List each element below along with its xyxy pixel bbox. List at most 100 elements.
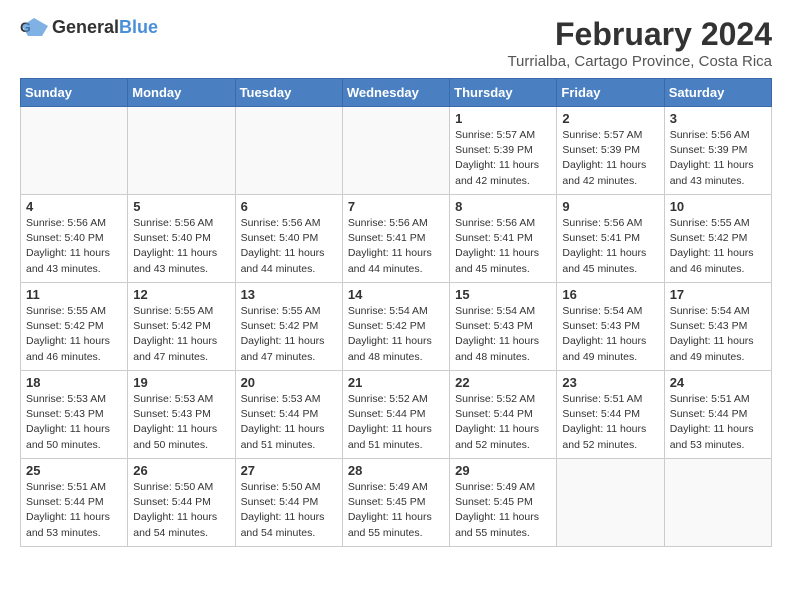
day-number: 23 [562, 375, 658, 390]
day-number: 17 [670, 287, 766, 302]
day-number: 10 [670, 199, 766, 214]
calendar-cell: 21 Sunrise: 5:52 AMSunset: 5:44 PMDayligh… [342, 371, 449, 459]
calendar-cell: 22 Sunrise: 5:52 AMSunset: 5:44 PMDayligh… [450, 371, 557, 459]
day-number: 24 [670, 375, 766, 390]
day-info: Sunrise: 5:55 AMSunset: 5:42 PMDaylight:… [670, 216, 766, 277]
header-day-saturday: Saturday [664, 79, 771, 107]
day-info: Sunrise: 5:50 AMSunset: 5:44 PMDaylight:… [133, 480, 229, 541]
calendar-header-row: SundayMondayTuesdayWednesdayThursdayFrid… [21, 79, 772, 107]
day-number: 13 [241, 287, 337, 302]
day-info: Sunrise: 5:54 AMSunset: 5:43 PMDaylight:… [455, 304, 551, 365]
calendar-week-row: 4 Sunrise: 5:56 AMSunset: 5:40 PMDaylight… [21, 195, 772, 283]
calendar-cell: 13 Sunrise: 5:55 AMSunset: 5:42 PMDayligh… [235, 283, 342, 371]
day-info: Sunrise: 5:57 AMSunset: 5:39 PMDaylight:… [562, 128, 658, 189]
header: G GeneralBlue February 2024 Turrialba, C… [20, 16, 772, 70]
day-number: 26 [133, 463, 229, 478]
calendar-cell: 24 Sunrise: 5:51 AMSunset: 5:44 PMDayligh… [664, 371, 771, 459]
day-info: Sunrise: 5:54 AMSunset: 5:43 PMDaylight:… [670, 304, 766, 365]
day-number: 4 [26, 199, 122, 214]
calendar-week-row: 1 Sunrise: 5:57 AMSunset: 5:39 PMDaylight… [21, 107, 772, 195]
header-day-monday: Monday [128, 79, 235, 107]
day-info: Sunrise: 5:54 AMSunset: 5:43 PMDaylight:… [562, 304, 658, 365]
calendar-cell [342, 107, 449, 195]
day-number: 28 [348, 463, 444, 478]
day-number: 9 [562, 199, 658, 214]
day-info: Sunrise: 5:55 AMSunset: 5:42 PMDaylight:… [133, 304, 229, 365]
day-info: Sunrise: 5:56 AMSunset: 5:39 PMDaylight:… [670, 128, 766, 189]
day-info: Sunrise: 5:57 AMSunset: 5:39 PMDaylight:… [455, 128, 551, 189]
day-info: Sunrise: 5:53 AMSunset: 5:43 PMDaylight:… [133, 392, 229, 453]
day-info: Sunrise: 5:54 AMSunset: 5:42 PMDaylight:… [348, 304, 444, 365]
calendar-cell: 16 Sunrise: 5:54 AMSunset: 5:43 PMDayligh… [557, 283, 664, 371]
day-info: Sunrise: 5:56 AMSunset: 5:40 PMDaylight:… [26, 216, 122, 277]
calendar-cell: 8 Sunrise: 5:56 AMSunset: 5:41 PMDaylight… [450, 195, 557, 283]
day-info: Sunrise: 5:55 AMSunset: 5:42 PMDaylight:… [241, 304, 337, 365]
day-info: Sunrise: 5:55 AMSunset: 5:42 PMDaylight:… [26, 304, 122, 365]
day-info: Sunrise: 5:49 AMSunset: 5:45 PMDaylight:… [348, 480, 444, 541]
day-number: 27 [241, 463, 337, 478]
day-number: 2 [562, 111, 658, 126]
calendar-cell: 20Sunrise: 5:53 AMSunset: 5:44 PMDayligh… [235, 371, 342, 459]
day-number: 6 [241, 199, 337, 214]
calendar-cell [664, 459, 771, 547]
day-info: Sunrise: 5:53 AMSunset: 5:44 PMDaylight:… [241, 392, 337, 453]
calendar-cell: 7 Sunrise: 5:56 AMSunset: 5:41 PMDaylight… [342, 195, 449, 283]
subtitle: Turrialba, Cartago Province, Costa Rica [507, 53, 772, 70]
day-info: Sunrise: 5:53 AMSunset: 5:43 PMDaylight:… [26, 392, 122, 453]
calendar-cell: 18 Sunrise: 5:53 AMSunset: 5:43 PMDayligh… [21, 371, 128, 459]
day-info: Sunrise: 5:56 AMSunset: 5:41 PMDaylight:… [562, 216, 658, 277]
day-number: 19 [133, 375, 229, 390]
header-day-thursday: Thursday [450, 79, 557, 107]
calendar-cell: 27 Sunrise: 5:50 AMSunset: 5:44 PMDayligh… [235, 459, 342, 547]
day-number: 18 [26, 375, 122, 390]
logo-icon: G [20, 16, 48, 38]
day-number: 15 [455, 287, 551, 302]
day-number: 8 [455, 199, 551, 214]
calendar-cell: 26 Sunrise: 5:50 AMSunset: 5:44 PMDayligh… [128, 459, 235, 547]
calendar-cell: 1 Sunrise: 5:57 AMSunset: 5:39 PMDaylight… [450, 107, 557, 195]
calendar-cell: 10 Sunrise: 5:55 AMSunset: 5:42 PMDayligh… [664, 195, 771, 283]
day-info: Sunrise: 5:56 AMSunset: 5:41 PMDaylight:… [348, 216, 444, 277]
day-info: Sunrise: 5:51 AMSunset: 5:44 PMDaylight:… [670, 392, 766, 453]
day-number: 14 [348, 287, 444, 302]
day-info: Sunrise: 5:56 AMSunset: 5:40 PMDaylight:… [241, 216, 337, 277]
calendar-cell: 14 Sunrise: 5:54 AMSunset: 5:42 PMDayligh… [342, 283, 449, 371]
calendar-cell [235, 107, 342, 195]
calendar-cell: 9 Sunrise: 5:56 AMSunset: 5:41 PMDaylight… [557, 195, 664, 283]
calendar-cell: 2 Sunrise: 5:57 AMSunset: 5:39 PMDaylight… [557, 107, 664, 195]
day-number: 1 [455, 111, 551, 126]
day-number: 22 [455, 375, 551, 390]
day-info: Sunrise: 5:50 AMSunset: 5:44 PMDaylight:… [241, 480, 337, 541]
calendar-cell: 17 Sunrise: 5:54 AMSunset: 5:43 PMDayligh… [664, 283, 771, 371]
calendar-week-row: 11 Sunrise: 5:55 AMSunset: 5:42 PMDayligh… [21, 283, 772, 371]
day-number: 11 [26, 287, 122, 302]
main-title: February 2024 [507, 16, 772, 53]
day-info: Sunrise: 5:56 AMSunset: 5:41 PMDaylight:… [455, 216, 551, 277]
logo-blue-text: Blue [119, 17, 158, 37]
calendar-cell [128, 107, 235, 195]
day-number: 25 [26, 463, 122, 478]
day-info: Sunrise: 5:56 AMSunset: 5:40 PMDaylight:… [133, 216, 229, 277]
day-number: 12 [133, 287, 229, 302]
title-area: February 2024 Turrialba, Cartago Provinc… [507, 16, 772, 70]
calendar-cell: 29Sunrise: 5:49 AMSunset: 5:45 PMDayligh… [450, 459, 557, 547]
header-day-wednesday: Wednesday [342, 79, 449, 107]
calendar-cell: 11 Sunrise: 5:55 AMSunset: 5:42 PMDayligh… [21, 283, 128, 371]
day-number: 5 [133, 199, 229, 214]
day-number: 21 [348, 375, 444, 390]
calendar-week-row: 25 Sunrise: 5:51 AMSunset: 5:44 PMDayligh… [21, 459, 772, 547]
calendar-cell: 23Sunrise: 5:51 AMSunset: 5:44 PMDayligh… [557, 371, 664, 459]
day-info: Sunrise: 5:51 AMSunset: 5:44 PMDaylight:… [26, 480, 122, 541]
calendar-cell: 12 Sunrise: 5:55 AMSunset: 5:42 PMDayligh… [128, 283, 235, 371]
calendar-cell: 6 Sunrise: 5:56 AMSunset: 5:40 PMDaylight… [235, 195, 342, 283]
calendar-cell: 28 Sunrise: 5:49 AMSunset: 5:45 PMDayligh… [342, 459, 449, 547]
header-day-tuesday: Tuesday [235, 79, 342, 107]
day-number: 29 [455, 463, 551, 478]
calendar-week-row: 18 Sunrise: 5:53 AMSunset: 5:43 PMDayligh… [21, 371, 772, 459]
day-number: 16 [562, 287, 658, 302]
calendar-cell: 25 Sunrise: 5:51 AMSunset: 5:44 PMDayligh… [21, 459, 128, 547]
day-info: Sunrise: 5:52 AMSunset: 5:44 PMDaylight:… [348, 392, 444, 453]
day-number: 7 [348, 199, 444, 214]
calendar-cell: 5 Sunrise: 5:56 AMSunset: 5:40 PMDaylight… [128, 195, 235, 283]
day-info: Sunrise: 5:52 AMSunset: 5:44 PMDaylight:… [455, 392, 551, 453]
